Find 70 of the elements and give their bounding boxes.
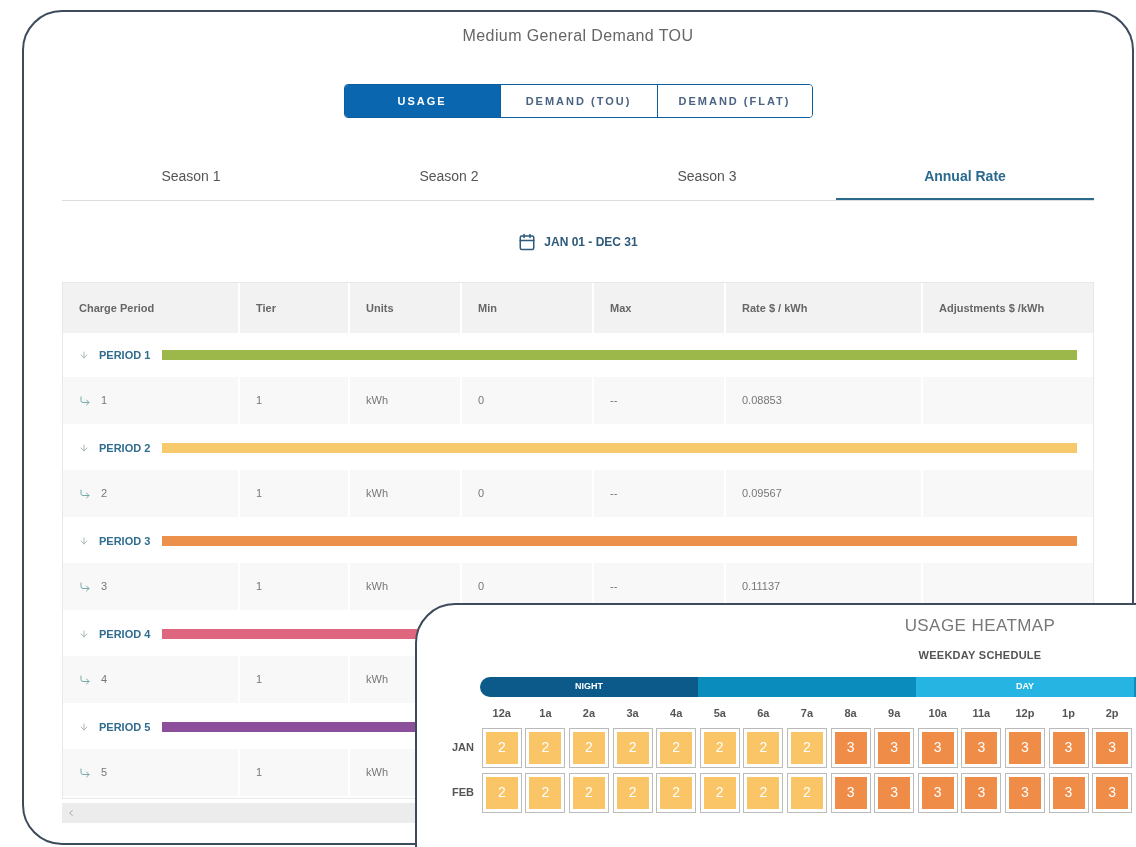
hour-label: 8a: [843, 706, 858, 721]
hour-label: 1a: [538, 706, 553, 721]
arrow-down-icon[interactable]: [79, 443, 89, 453]
season-tab[interactable]: Season 1: [62, 154, 320, 200]
corner-arrow-icon: [79, 394, 91, 407]
hour-label: 12a: [491, 706, 512, 721]
table-cell: 1: [240, 563, 348, 610]
table-cell: 1: [240, 377, 348, 424]
band-label: DAY: [1015, 680, 1035, 694]
period-label: PERIOD 1: [99, 347, 151, 363]
arrow-down-icon[interactable]: [79, 629, 89, 639]
period-label: PERIOD 4: [99, 626, 151, 642]
table-cell-text: 1: [101, 393, 108, 409]
table-cell: kWh: [350, 470, 460, 517]
hour-label: 10a: [927, 706, 948, 721]
corner-arrow-icon: [79, 673, 91, 686]
table-cell: kWh: [350, 563, 460, 610]
period-label: PERIOD 3: [99, 533, 151, 549]
heatmap-title: USAGE HEATMAP: [904, 615, 1056, 637]
table-cell-text: 4: [101, 672, 108, 688]
arrow-down-icon[interactable]: [79, 350, 89, 360]
corner-arrow-icon: [79, 766, 91, 779]
table-cell: 0.09567: [726, 470, 921, 517]
column-header: Units: [350, 283, 460, 333]
table-cell: 1: [240, 656, 348, 703]
hour-label: 2p: [1104, 706, 1120, 721]
date-range: JAN 01 - DEC 31: [544, 234, 638, 251]
corner-arrow-icon: [79, 580, 91, 593]
hour-label: 4a: [669, 706, 684, 721]
hour-label: 3a: [625, 706, 640, 721]
table-cell: 0: [462, 470, 592, 517]
table-cell: 0: [462, 377, 592, 424]
corner-arrow-icon: [79, 487, 91, 500]
page-title: Medium General Demand TOU: [462, 26, 694, 46]
table-cell: --: [594, 470, 724, 517]
hour-label: 1p: [1061, 706, 1076, 721]
season-tab[interactable]: Season 3: [578, 154, 836, 200]
arrow-down-icon[interactable]: [79, 536, 89, 546]
column-header: Adjustments $ /kWh: [923, 283, 1093, 333]
table-cell-text: 3: [101, 579, 108, 595]
table-cell: --: [594, 377, 724, 424]
scroll-left-icon[interactable]: [66, 808, 76, 818]
season-tab[interactable]: Season 2: [320, 154, 578, 200]
hour-label: 7a: [799, 706, 815, 721]
hour-label: 12p: [1014, 706, 1036, 721]
period-label: PERIOD 5: [99, 719, 151, 735]
calendar-icon: [518, 233, 537, 251]
hour-label: 9a: [887, 706, 902, 721]
table-cell: 1: [240, 749, 348, 796]
hour-label: 6a: [756, 706, 771, 721]
column-header: Min: [462, 283, 592, 333]
season-tab[interactable]: Annual Rate: [836, 154, 1094, 200]
band-label: NIGHT: [575, 680, 603, 694]
table-cell: 1: [240, 470, 348, 517]
heatmap-subtitle: WEEKDAY SCHEDULE: [918, 647, 1042, 663]
segment-button[interactable]: DEMAND (FLAT): [656, 85, 812, 117]
period-label: PERIOD 2: [99, 440, 151, 456]
table-cell: 0.08853: [726, 377, 921, 424]
table-cell-text: 5: [101, 765, 108, 781]
table-cell-text: 2: [101, 486, 108, 502]
column-header: Charge Period: [63, 283, 238, 333]
hour-label: 11a: [971, 706, 992, 721]
table-cell: kWh: [350, 377, 460, 424]
segment-button[interactable]: USAGE: [344, 85, 500, 117]
column-header: Tier: [240, 283, 348, 333]
hour-label: 5a: [712, 706, 727, 721]
arrow-down-icon[interactable]: [79, 722, 89, 732]
hour-label: 2a: [581, 706, 597, 721]
column-header: Max: [594, 283, 724, 333]
column-header: Rate $ / kWh: [726, 283, 921, 333]
